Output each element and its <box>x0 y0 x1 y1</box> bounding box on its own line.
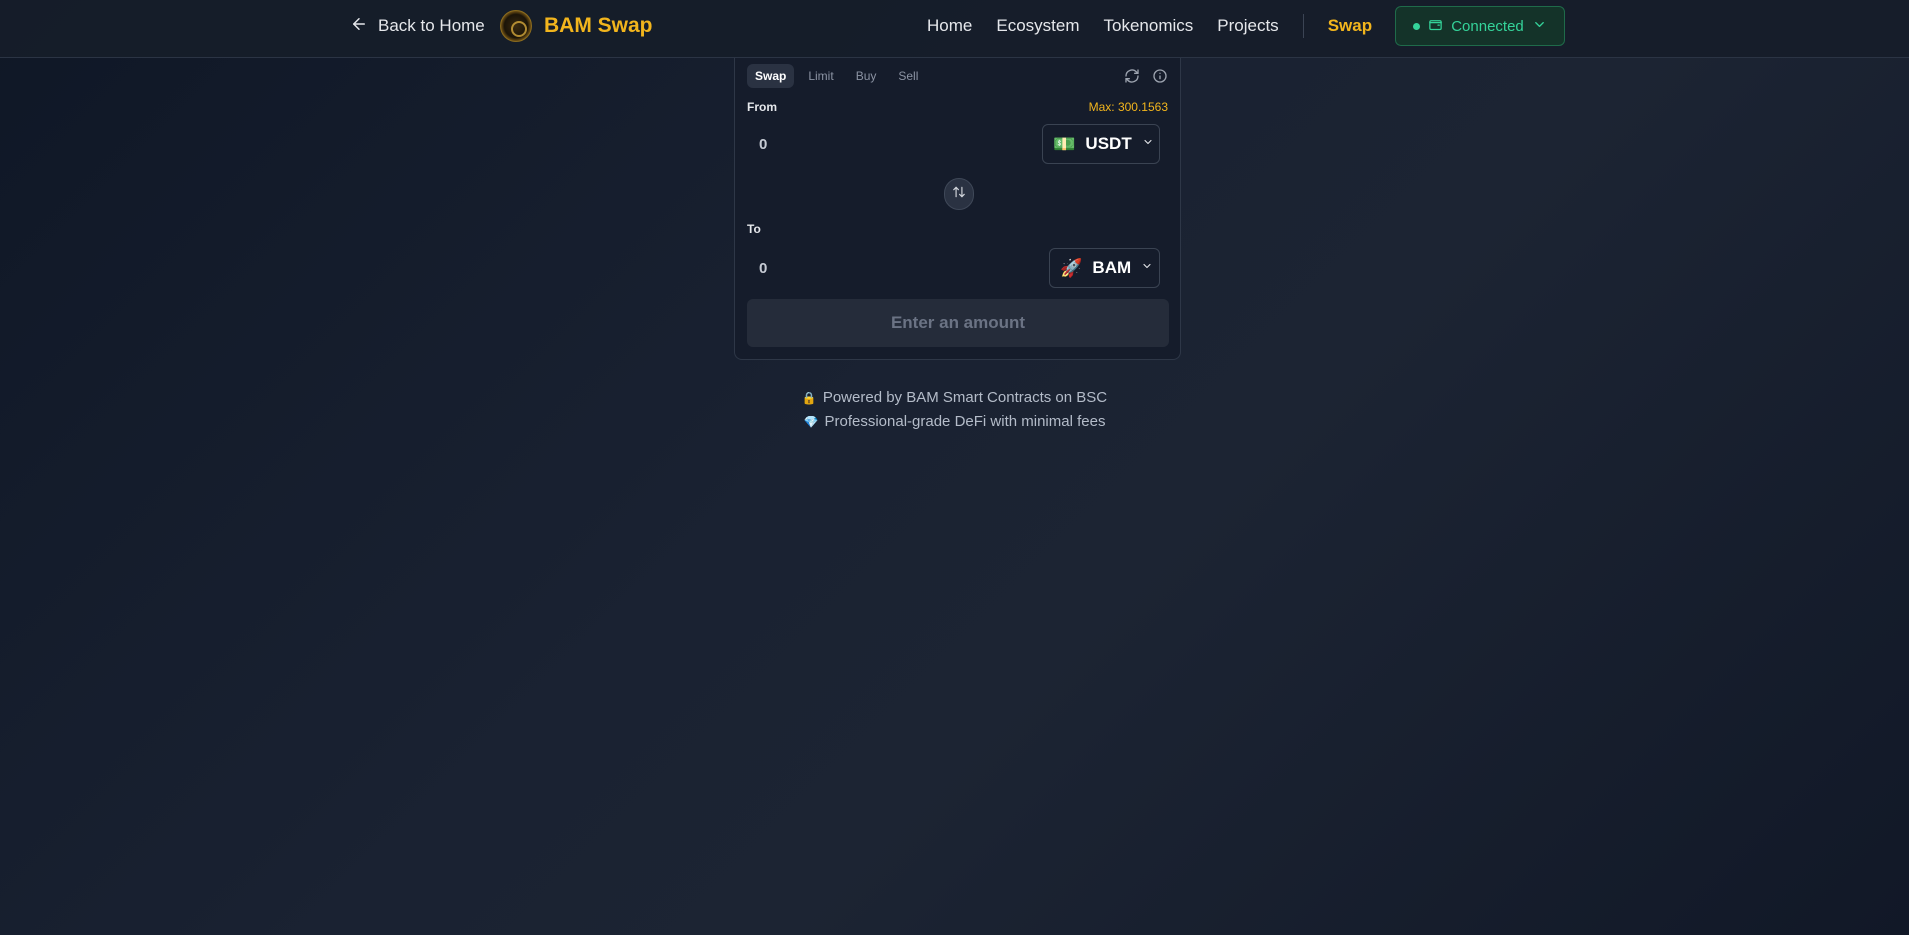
to-label: To <box>747 222 761 236</box>
top-navbar: Back to Home BAM Swap Home Ecosystem Tok… <box>0 0 1909 58</box>
nav-swap[interactable]: Swap <box>1328 16 1372 36</box>
chevron-down-icon <box>1142 135 1154 153</box>
gem-icon: 💎 <box>803 415 819 429</box>
note-defi: 💎 Professional-grade DeFi with minimal f… <box>0 410 1909 434</box>
back-to-home-label: Back to Home <box>378 16 485 35</box>
from-token-symbol: USDT <box>1085 134 1132 153</box>
brand-name: BAM Swap <box>544 14 653 37</box>
swap-arrows-icon <box>952 185 966 204</box>
nav-tokenomics[interactable]: Tokenomics <box>1104 16 1194 36</box>
tab-sell[interactable]: Sell <box>890 64 926 88</box>
tab-limit[interactable]: Limit <box>800 64 841 88</box>
chevron-down-icon <box>1532 17 1547 36</box>
note-text: Professional-grade DeFi with minimal fee… <box>824 413 1106 430</box>
swap-card: Swap Limit Buy Sell From Max: 300.1563 💵… <box>734 58 1181 360</box>
tab-swap[interactable]: Swap <box>747 64 795 88</box>
arrow-left-icon <box>350 15 368 38</box>
chevron-down-icon <box>1141 259 1153 277</box>
wallet-status-label: Connected <box>1451 17 1524 35</box>
info-icon[interactable] <box>1152 68 1168 89</box>
status-dot <box>1413 22 1421 30</box>
note-smart-contracts: 🔒 Powered by BAM Smart Contracts on BSC <box>0 386 1909 410</box>
nav-projects[interactable]: Projects <box>1217 16 1278 36</box>
tab-buy[interactable]: Buy <box>848 64 885 88</box>
lock-icon: 🔒 <box>801 391 817 405</box>
swap-tabs: Swap Limit Buy Sell <box>747 64 926 88</box>
card-actions <box>1124 68 1168 89</box>
wallet-connected-button[interactable]: Connected <box>1395 6 1565 46</box>
nav-divider <box>1302 14 1304 38</box>
usdt-icon: 💵 <box>1053 133 1076 154</box>
to-token-symbol: BAM <box>1092 258 1132 277</box>
bam-logo <box>500 10 532 42</box>
switch-tokens-button[interactable] <box>944 178 974 210</box>
wallet-icon <box>1428 17 1443 36</box>
main-nav: Home Ecosystem Tokenomics Projects Swap <box>927 14 1372 38</box>
rocket-icon: 🚀 <box>1060 257 1083 278</box>
footer-notes: 🔒 Powered by BAM Smart Contracts on BSC … <box>0 386 1909 434</box>
to-amount-input[interactable] <box>747 248 1007 288</box>
back-to-home-link[interactable]: Back to Home <box>350 14 485 38</box>
enter-amount-button[interactable]: Enter an amount <box>747 299 1169 347</box>
nav-ecosystem[interactable]: Ecosystem <box>996 16 1079 36</box>
nav-home[interactable]: Home <box>927 16 972 36</box>
max-balance[interactable]: Max: 300.1563 <box>1089 100 1168 114</box>
to-token-selector[interactable]: 🚀 BAM <box>1049 248 1160 288</box>
note-text: Powered by BAM Smart Contracts on BSC <box>822 389 1108 406</box>
brand[interactable]: BAM Swap <box>500 10 653 42</box>
from-amount-input[interactable] <box>747 124 1007 164</box>
from-token-selector[interactable]: 💵 USDT <box>1042 124 1160 164</box>
refresh-icon[interactable] <box>1124 68 1140 89</box>
from-label: From <box>747 100 777 114</box>
